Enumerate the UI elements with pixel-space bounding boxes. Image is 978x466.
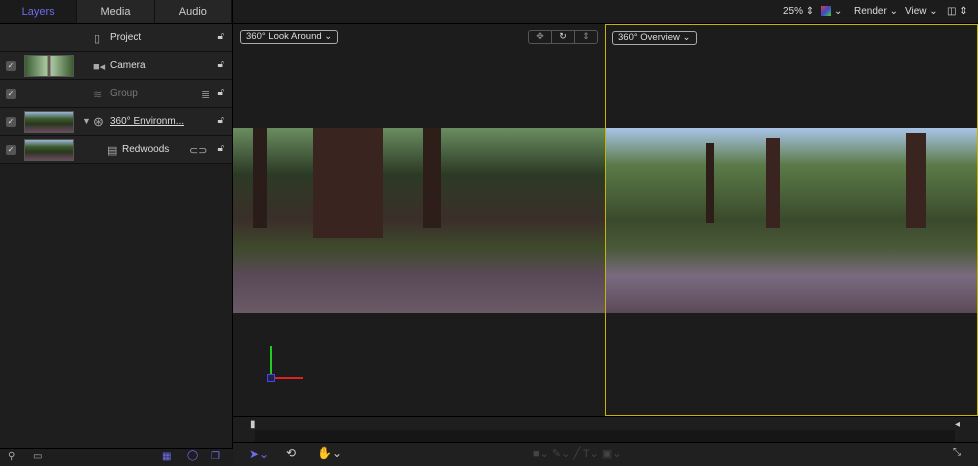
layer-name: Camera bbox=[110, 60, 146, 71]
layer-checkbox[interactable]: ✓ bbox=[6, 117, 16, 127]
tool-bar: ➤⌄ ⟲ ✋⌄ ■⌄ ✎⌄ ╱ T⌄ ▣⌄ ⤡ bbox=[233, 442, 978, 466]
viewer-mode-label: 360° Look Around bbox=[246, 31, 322, 42]
tree-trunk bbox=[766, 138, 780, 228]
circle-icon[interactable]: ◯ bbox=[187, 450, 198, 461]
zoom-level[interactable]: 25% ⇕ bbox=[783, 6, 814, 17]
viewer-mode-select[interactable]: 360° Overview ⌄ bbox=[612, 31, 697, 45]
tree-trunk bbox=[253, 128, 267, 228]
layer-checkbox[interactable]: ✓ bbox=[6, 89, 16, 99]
tree-trunk bbox=[706, 143, 714, 223]
search-icon[interactable]: ⚲ bbox=[8, 451, 15, 462]
pan-icon[interactable]: ✥ bbox=[529, 31, 551, 43]
lock-icon[interactable]: 🔓︎ bbox=[218, 59, 224, 70]
shape-tool-icon: ■⌄ ✎⌄ ╱ T⌄ ▣⌄ bbox=[533, 448, 622, 460]
tab-media[interactable]: Media bbox=[77, 0, 155, 23]
in-point-marker[interactable]: ▮ bbox=[250, 419, 256, 430]
layout-icon[interactable]: ▭ bbox=[33, 451, 42, 462]
layer-name: Project bbox=[110, 32, 142, 43]
lock-icon[interactable]: 🔓︎ bbox=[218, 87, 224, 98]
lock-icon[interactable]: 🔓︎ bbox=[218, 31, 224, 42]
stack-icon: ≣ bbox=[201, 89, 211, 101]
link-icon: ⊂⊃ bbox=[189, 145, 208, 157]
view-layout-icon[interactable]: ◫ ⇕ bbox=[947, 6, 968, 17]
out-point-marker[interactable]: ◂ bbox=[955, 419, 960, 430]
zoom-value: 25% bbox=[783, 6, 804, 17]
layer-checkbox[interactable]: ✓ bbox=[6, 61, 16, 71]
layers-panel: Layers Media Audio ▯ Project 🔓︎ ✓ ■◂ Cam… bbox=[0, 0, 233, 466]
tree-trunk bbox=[906, 133, 926, 228]
color-channel-icon[interactable] bbox=[821, 6, 831, 16]
look-around-image bbox=[233, 128, 605, 313]
select-tool-icon[interactable]: ➤⌄ bbox=[249, 447, 269, 461]
layer-row-group[interactable]: ✓ ≋ Group ≣ 🔓︎ bbox=[0, 80, 232, 108]
lock-icon[interactable]: 🔓︎ bbox=[218, 143, 224, 154]
disclosure-triangle-icon[interactable]: ▼ bbox=[82, 116, 91, 126]
x-axis-gizmo[interactable] bbox=[271, 377, 303, 379]
tab-layers[interactable]: Layers bbox=[0, 0, 78, 23]
view-label: View bbox=[905, 6, 927, 17]
layer-thumbnail bbox=[24, 55, 74, 77]
tree-trunk bbox=[313, 128, 383, 238]
overview-image bbox=[606, 128, 977, 313]
dolly-icon[interactable]: ⇕ bbox=[575, 31, 597, 43]
camera-controls: ✥ ↻ ⇕ bbox=[528, 30, 598, 44]
view-menu[interactable]: View ⌄ bbox=[905, 6, 938, 17]
layer-thumbnail bbox=[24, 139, 74, 161]
orbit-tool-icon[interactable]: ⟲ bbox=[286, 446, 296, 460]
layer-row-camera[interactable]: ✓ ■◂ Camera 🔓︎ bbox=[0, 52, 232, 80]
z-axis-gizmo[interactable] bbox=[267, 374, 275, 382]
layer-row-redwoods[interactable]: ✓ ▤ Redwoods ⊂⊃ 🔓︎ bbox=[0, 136, 232, 164]
canvas-toolbar: 25% ⇕ ⌄ Render ⌄ View ⌄ ◫ ⇕ bbox=[233, 0, 978, 24]
layer-thumbnail bbox=[24, 111, 74, 133]
tree-trunk bbox=[423, 128, 441, 228]
viewer-mode-label: 360° Overview bbox=[618, 32, 680, 43]
layer-name: Group bbox=[110, 88, 138, 99]
render-label: Render bbox=[854, 6, 887, 17]
layers-footer: ⚲ ▭ ▦ ◯ ❐ bbox=[0, 448, 233, 466]
layer-name: 360° Environm... bbox=[110, 116, 185, 127]
mini-timeline[interactable]: ▮ ◂ bbox=[233, 416, 978, 442]
group-icon: ≋ bbox=[93, 89, 103, 101]
lock-icon[interactable]: 🔓︎ bbox=[218, 115, 224, 126]
layer-row-environment[interactable]: ✓ ▼ ⊛ 360° Environm... 🔓︎ bbox=[0, 108, 232, 136]
camera-icon: ■◂ bbox=[93, 61, 106, 73]
fullscreen-icon[interactable]: ⤡ bbox=[953, 447, 961, 458]
render-menu[interactable]: Render ⌄ bbox=[854, 6, 898, 17]
look-around-viewer[interactable]: 360° Look Around ⌄ ✥ ↻ ⇕ bbox=[233, 24, 605, 416]
chevron-down-icon: ⌄ bbox=[834, 6, 843, 17]
tab-audio[interactable]: Audio bbox=[154, 0, 232, 23]
grid-icon[interactable]: ▦ bbox=[162, 451, 171, 462]
film-icon: ▤ bbox=[107, 145, 118, 157]
overview-viewer[interactable]: 360° Overview ⌄ bbox=[605, 24, 978, 416]
timeline-track[interactable] bbox=[255, 430, 955, 442]
layer-checkbox[interactable]: ✓ bbox=[6, 145, 16, 155]
hand-tool-icon[interactable]: ✋⌄ bbox=[317, 446, 342, 460]
document-icon: ▯ bbox=[94, 33, 101, 45]
layer-name: Redwoods bbox=[122, 144, 170, 155]
layers-icon[interactable]: ❐ bbox=[211, 451, 220, 462]
viewer-mode-select[interactable]: 360° Look Around ⌄ bbox=[240, 30, 339, 44]
y-axis-gizmo[interactable] bbox=[270, 346, 272, 376]
environment-icon: ⊛ bbox=[93, 114, 104, 129]
layer-row-project[interactable]: ▯ Project 🔓︎ bbox=[0, 24, 232, 52]
orbit-icon[interactable]: ↻ bbox=[551, 31, 575, 43]
